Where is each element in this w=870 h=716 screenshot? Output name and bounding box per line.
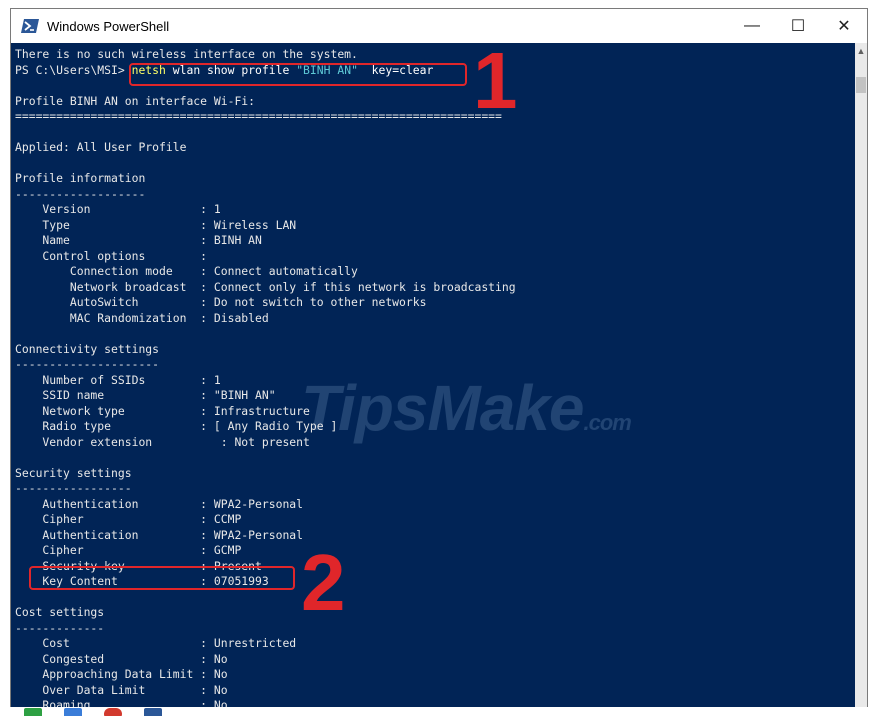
powershell-window: Windows PowerShell — ☐ ✕ TipsMake.com Th… <box>10 8 868 708</box>
maximize-button[interactable]: ☐ <box>775 9 821 43</box>
console-line: Cost : Unrestricted <box>15 636 297 650</box>
console-line: Profile information <box>15 171 146 185</box>
console-line: Radio type : [ Any Radio Type ] <box>15 419 338 433</box>
console-line: Network type : Infrastructure <box>15 403 310 418</box>
taskbar-app-icon[interactable] <box>64 708 82 716</box>
console-line: Cost settings <box>15 605 105 619</box>
vertical-scrollbar[interactable]: ▲ <box>855 43 867 707</box>
console-line: Authentication : WPA2-Personal <box>15 496 304 511</box>
console-line: Congested : No <box>15 651 228 666</box>
console-output: There is no such wireless interface on t… <box>15 47 516 707</box>
prompt-text: PS C:\Users\MSI> <box>15 62 132 77</box>
title-bar[interactable]: Windows PowerShell — ☐ ✕ <box>11 9 867 43</box>
console-line: SSID name : "BINH AN" <box>15 388 276 402</box>
taskbar-strip <box>10 707 868 716</box>
console-line: Control options : <box>15 248 208 263</box>
console-line: Connection mode : Connect automatically <box>15 264 358 278</box>
console-line: Authentication : WPA2-Personal <box>15 527 304 542</box>
console-line: ----------------- <box>15 481 132 495</box>
console-line: Applied: All User Profile <box>15 140 187 154</box>
minimize-button[interactable]: — <box>729 9 775 43</box>
console-line: Name : BINH AN <box>15 233 262 247</box>
scroll-thumb[interactable] <box>856 77 866 93</box>
window-title: Windows PowerShell <box>47 18 170 34</box>
console-line: Vendor extension : Not present <box>15 434 310 449</box>
console-line: Connectivity settings <box>15 341 160 356</box>
console-line: Network broadcast : Connect only if this… <box>15 279 516 294</box>
console-area[interactable]: TipsMake.com There is no such wireless i… <box>11 36 867 707</box>
taskbar-app-icon[interactable] <box>104 708 122 716</box>
console-line: Approaching Data Limit : No <box>15 667 228 681</box>
taskbar-app-icon[interactable] <box>24 708 42 716</box>
console-line: MAC Randomization : Disabled <box>15 310 269 325</box>
console-line: AutoSwitch : Do not switch to other netw… <box>15 295 427 309</box>
console-line: --------------------- <box>15 357 160 371</box>
window-controls: — ☐ ✕ <box>729 9 867 43</box>
console-line: ------------- <box>15 620 105 635</box>
console-line: ========================================… <box>15 109 502 123</box>
scroll-up-arrow-icon[interactable]: ▲ <box>855 43 867 59</box>
key-content-highlight-box <box>29 566 295 590</box>
step-marker-2: 2 <box>301 538 346 627</box>
console-line: Version : 1 <box>15 202 221 216</box>
console-line: There is no such wireless interface on t… <box>15 47 358 61</box>
console-line: ------------------- <box>15 186 146 201</box>
console-line: Security settings <box>15 465 132 480</box>
console-line: Type : Wireless LAN <box>15 217 297 232</box>
step-marker-1: 1 <box>473 36 518 125</box>
powershell-icon <box>21 18 39 34</box>
taskbar-app-icon[interactable] <box>144 708 162 716</box>
close-button[interactable]: ✕ <box>821 9 867 43</box>
console-line: Number of SSIDs : 1 <box>15 372 221 387</box>
console-line: Profile BINH AN on interface Wi-Fi: <box>15 93 256 108</box>
command-highlight-box <box>129 63 467 86</box>
console-line: Cipher : GCMP <box>15 543 242 557</box>
console-line: Cipher : CCMP <box>15 512 242 526</box>
console-line: Over Data Limit : No <box>15 682 228 697</box>
